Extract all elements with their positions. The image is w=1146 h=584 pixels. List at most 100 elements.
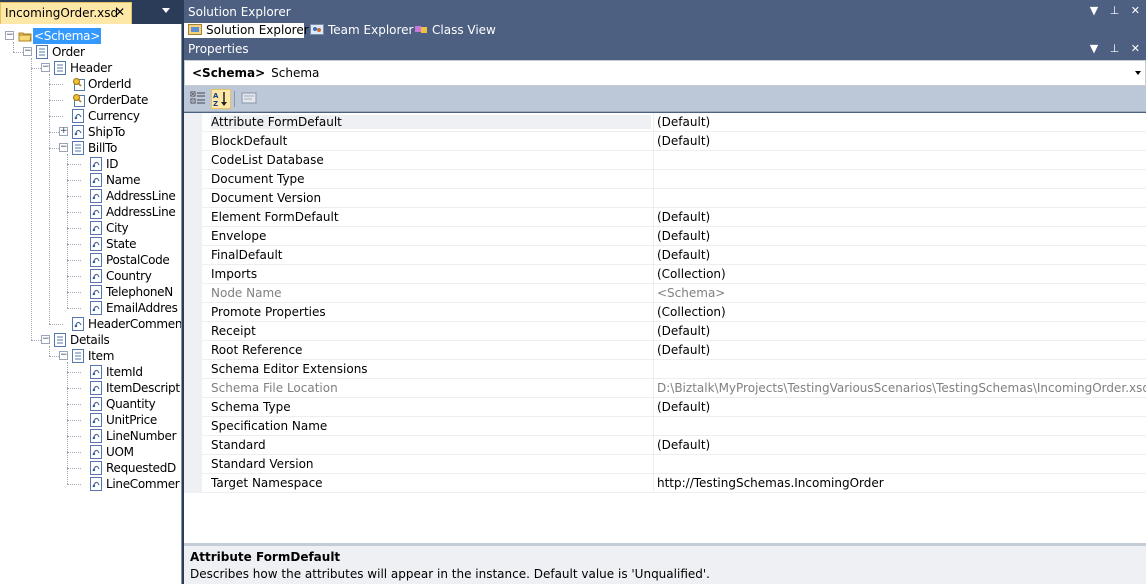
property-row[interactable]: FinalDefault (Default) [202,246,1146,265]
property-row[interactable]: Standard Version [202,455,1146,474]
property-value[interactable] [653,360,1146,379]
property-value[interactable]: (Collection) [653,303,1146,322]
tree-node[interactable]: RequestedD [0,460,181,476]
property-value[interactable]: (Default) [653,132,1146,151]
tab-team-explorer[interactable]: Team Explorer [306,23,418,38]
collapse-icon[interactable]: − [41,335,50,344]
categorized-button[interactable] [189,89,209,109]
tree-node[interactable]: − BillTo [0,140,181,156]
collapse-icon[interactable]: − [5,31,14,40]
property-value[interactable]: (Default) [653,436,1146,455]
tree-node[interactable]: Country [0,268,181,284]
field-element-icon [72,125,84,139]
property-row[interactable]: Specification Name [202,417,1146,436]
property-value[interactable] [653,417,1146,436]
collapse-icon[interactable]: − [59,143,68,152]
tree-node-label: AddressLine [106,205,176,219]
alphabetical-icon: A Z [213,92,227,108]
property-row[interactable]: Promote Properties (Collection) [202,303,1146,322]
property-name: Standard [211,438,266,452]
property-row[interactable]: Node Name <Schema> [202,284,1146,303]
property-row[interactable]: Receipt (Default) [202,322,1146,341]
property-name: Schema Editor Extensions [211,362,368,376]
tree-node[interactable]: + ShipTo [0,124,181,140]
property-value[interactable]: (Default) [653,398,1146,417]
collapse-icon[interactable]: − [41,63,50,72]
expand-icon[interactable]: + [59,127,68,136]
property-row[interactable]: Target Namespace http://TestingSchemas.In… [202,474,1146,493]
property-value[interactable] [653,170,1146,189]
property-value[interactable]: (Default) [653,341,1146,360]
pin-icon[interactable]: ⊥ [1110,4,1120,17]
property-row[interactable]: BlockDefault (Default) [202,132,1146,151]
object-selector-dropdown[interactable]: <Schema> Schema [184,60,1146,86]
tree-node[interactable]: Name [0,172,181,188]
property-value[interactable]: <Schema> [653,284,1146,303]
tree-node[interactable]: − Header [0,60,181,76]
property-value[interactable] [653,151,1146,170]
close-icon[interactable]: ✕ [115,5,125,19]
alphabetical-button[interactable]: A Z [211,89,231,109]
property-row[interactable]: Envelope (Default) [202,227,1146,246]
property-value[interactable]: (Default) [653,208,1146,227]
property-value[interactable]: (Default) [653,227,1146,246]
tree-node[interactable]: Currency [0,108,181,124]
chevron-down-icon[interactable] [1135,71,1141,75]
tree-node[interactable]: − Details [0,332,181,348]
collapse-icon[interactable]: − [59,351,68,360]
tree-node[interactable]: HeaderComment [0,316,181,332]
chevron-down-icon[interactable] [162,8,170,13]
property-row[interactable]: Standard (Default) [202,436,1146,455]
property-value[interactable]: (Default) [653,246,1146,265]
tree-node[interactable]: ID [0,156,181,172]
property-row[interactable]: Schema Type (Default) [202,398,1146,417]
tree-node[interactable]: OrderId [0,76,181,92]
property-value[interactable]: D:\Biztalk\MyProjects\TestingVariousScen… [653,379,1146,398]
property-row[interactable]: CodeList Database [202,151,1146,170]
property-row[interactable]: Attribute FormDefault (Default) [202,113,1146,132]
tree-node[interactable]: − Item [0,348,181,364]
tree-node[interactable]: UOM [0,444,181,460]
tree-node[interactable]: ItemId [0,364,181,380]
tree-node[interactable]: Quantity [0,396,181,412]
property-value[interactable]: http://TestingSchemas.IncomingOrder [653,474,1146,493]
tree-node[interactable]: AddressLine [0,188,181,204]
tree-node[interactable]: − Order [0,44,181,60]
collapse-icon[interactable]: − [23,47,32,56]
property-value[interactable]: (Default) [653,322,1146,341]
tab-solution-explorer[interactable]: Solution Explorer [184,23,309,38]
tree-node[interactable]: City [0,220,181,236]
property-row[interactable]: Document Version [202,189,1146,208]
tree-node[interactable]: State [0,236,181,252]
tree-node[interactable]: OrderDate [0,92,181,108]
property-row[interactable]: Imports (Collection) [202,265,1146,284]
property-value[interactable]: (Default) [653,113,1146,132]
property-value[interactable] [653,455,1146,474]
tree-node[interactable]: AddressLine [0,204,181,220]
close-icon[interactable]: ✕ [1131,42,1140,55]
tree-node[interactable]: LineCommer [0,476,181,492]
close-icon[interactable]: ✕ [1131,4,1140,17]
property-row[interactable]: Document Type [202,170,1146,189]
field-element-icon [90,285,102,299]
tree-node[interactable]: ItemDescript [0,380,181,396]
tree-node[interactable]: PostalCode [0,252,181,268]
property-value[interactable] [653,189,1146,208]
tree-node[interactable]: TelephoneN [0,284,181,300]
property-pages-button[interactable] [240,89,260,109]
window-position-dropdown-icon[interactable]: ▼ [1090,4,1098,17]
tree-node[interactable]: EmailAddres [0,300,181,316]
property-row[interactable]: Schema File Location D:\Biztalk\MyProject… [202,379,1146,398]
tree-node-label: LineCommer [106,477,180,491]
tree-node[interactable]: UnitPrice [0,412,181,428]
pin-icon[interactable]: ⊥ [1110,42,1120,55]
window-position-dropdown-icon[interactable]: ▼ [1090,42,1098,55]
tree-node[interactable]: − <Schema> [0,28,181,45]
property-value[interactable]: (Collection) [653,265,1146,284]
property-row[interactable]: Root Reference (Default) [202,341,1146,360]
property-row[interactable]: Schema Editor Extensions [202,360,1146,379]
tab-class-view[interactable]: Class View [410,23,500,38]
property-row[interactable]: Element FormDefault (Default) [202,208,1146,227]
document-tab-incomingorder[interactable]: IncomingOrder.xsd ✕ [0,2,132,24]
tree-node[interactable]: LineNumber [0,428,181,444]
